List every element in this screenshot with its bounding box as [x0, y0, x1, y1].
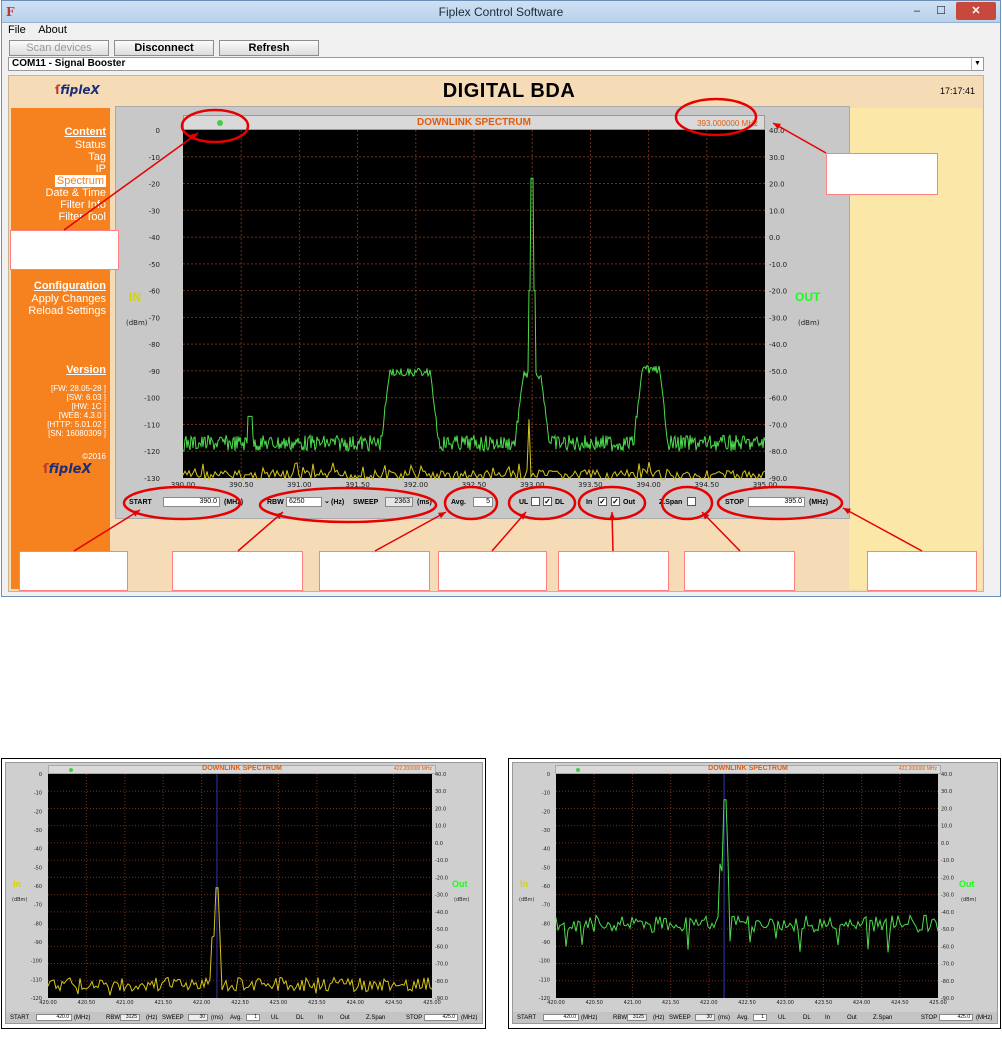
small-stop-unit-right: (MHz)	[976, 1015, 993, 1021]
small-sweep-unit-left: (ms)	[211, 1015, 223, 1021]
small-rbw-unit-right: (Hz)	[653, 1015, 665, 1021]
small-dl-label-left: DL	[296, 1015, 304, 1021]
small-start-unit-right: (MHz)	[581, 1015, 598, 1021]
small-in-label-left: In	[13, 879, 21, 889]
small-start-label-left: START	[10, 1015, 30, 1021]
annotation-ellipse	[443, 485, 499, 521]
small-stop-label-right: STOP	[921, 1015, 938, 1021]
small-controls-right: START 420.0 (MHz) RBW 3125 (Hz) SWEEP 30…	[513, 1012, 997, 1023]
small-frame-left	[5, 762, 483, 1024]
annotation-ellipse	[122, 485, 242, 521]
small-zspan-label-left: Z.Span	[366, 1015, 386, 1021]
small-avg-input-left[interactable]: 1	[246, 1014, 260, 1021]
small-out-chk-label-left: Out	[340, 1015, 350, 1021]
spectrum-example-left: DOWNLINK SPECTRUM 422.200000 MHz In (dBm…	[1, 758, 486, 1029]
small-sweep-label-right: SWEEP	[669, 1015, 691, 1021]
small-rbw-label-left: RBW	[106, 1015, 120, 1021]
annotation-arrow	[491, 511, 527, 552]
small-out-label-right: Out	[959, 879, 975, 889]
small-rbw-select-right[interactable]: 3125	[627, 1014, 647, 1021]
small-header-left: DOWNLINK SPECTRUM 422.200000 MHz	[48, 765, 436, 774]
small-in-label-right: In	[520, 879, 528, 889]
annotation-ellipse	[507, 485, 577, 521]
small-out-unit-left: (dBm)	[454, 897, 470, 903]
annotation-arrow	[842, 507, 923, 552]
annotation-arrow	[63, 132, 199, 231]
small-rbw-select-left[interactable]: 3125	[120, 1014, 140, 1021]
annotation-arrow	[772, 122, 827, 154]
small-rbw-unit-left: (Hz)	[146, 1015, 158, 1021]
spectrum-example-right: DOWNLINK SPECTRUM 422.200000 MHz In (dBm…	[508, 758, 1001, 1029]
annotation-ellipse	[258, 486, 438, 524]
small-avg-label-right: Avg.	[737, 1015, 749, 1021]
small-in-unit-right: (dBm)	[519, 897, 535, 903]
small-start-label-right: START	[517, 1015, 537, 1021]
small-sweep-unit-right: (ms)	[718, 1015, 730, 1021]
small-zspan-label-right: Z.Span	[873, 1015, 893, 1021]
small-start-input-left[interactable]: 420.0	[36, 1014, 72, 1021]
small-start-unit-left: (MHz)	[74, 1015, 91, 1021]
small-stop-unit-left: (MHz)	[461, 1015, 478, 1021]
small-header-right: DOWNLINK SPECTRUM 422.200000 MHz	[555, 765, 941, 774]
annotation-arrow	[701, 511, 741, 552]
small-out-chk-label-right: Out	[847, 1015, 857, 1021]
small-marker-right: 422.200000 MHz	[898, 766, 937, 772]
small-controls-left: START 420.0 (MHz) RBW 3125 (Hz) SWEEP 30…	[6, 1012, 482, 1023]
small-stop-label-left: STOP	[406, 1015, 423, 1021]
small-avg-label-left: Avg.	[230, 1015, 242, 1021]
small-sweep-value-left: 30	[188, 1014, 208, 1021]
annotation-arrow	[237, 511, 284, 552]
small-sweep-value-right: 30	[695, 1014, 715, 1021]
small-in-unit-left: (dBm)	[12, 897, 28, 903]
small-sweep-label-left: SWEEP	[162, 1015, 184, 1021]
small-out-unit-right: (dBm)	[961, 897, 977, 903]
small-start-input-right[interactable]: 420.0	[543, 1014, 579, 1021]
arrowhead-icon	[609, 512, 616, 520]
small-ul-label-right: UL	[778, 1015, 786, 1021]
small-out-label-left: Out	[452, 879, 468, 889]
small-in-chk-label-right: In	[825, 1015, 831, 1021]
small-title-right: DOWNLINK SPECTRUM	[708, 765, 788, 772]
small-stop-input-right[interactable]: 425.0	[939, 1014, 973, 1021]
small-marker-left: 422.200000 MHz	[393, 766, 432, 772]
annotation-ellipse	[716, 485, 844, 521]
small-stop-input-left[interactable]: 425.0	[424, 1014, 458, 1021]
small-frame-right	[512, 762, 998, 1024]
small-dl-label-right: DL	[803, 1015, 811, 1021]
annotation-ellipse	[674, 97, 758, 137]
small-avg-input-right[interactable]: 1	[753, 1014, 767, 1021]
annotation-arrow	[73, 509, 141, 552]
small-title-left: DOWNLINK SPECTRUM	[202, 765, 282, 772]
small-ul-label-left: UL	[271, 1015, 279, 1021]
annotation-overlay	[63, 97, 923, 552]
small-in-chk-label-left: In	[318, 1015, 324, 1021]
small-rbw-label-right: RBW	[613, 1015, 627, 1021]
